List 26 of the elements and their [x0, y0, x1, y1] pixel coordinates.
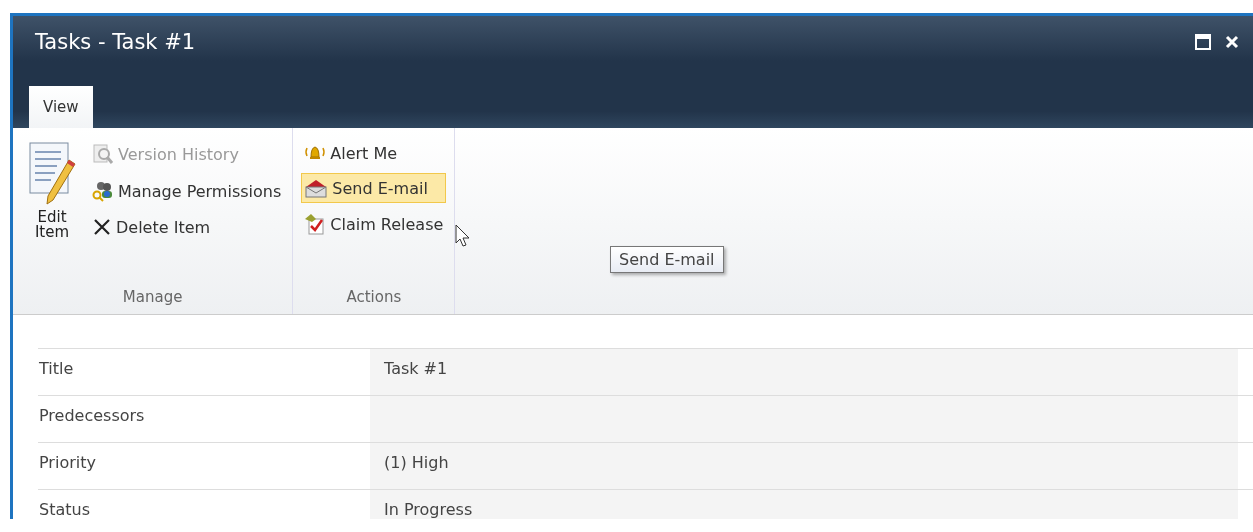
field-value: Task #1: [370, 349, 1238, 395]
alert-me-button[interactable]: Alert Me: [301, 138, 447, 168]
delete-item-button[interactable]: Delete Item: [89, 212, 285, 242]
checklist-icon: [304, 213, 327, 235]
field-label: Priority: [38, 452, 97, 474]
people-key-icon: [92, 180, 114, 202]
maximize-icon[interactable]: [1195, 34, 1211, 50]
edit-item-button[interactable]: Edit Item: [21, 138, 83, 288]
group-label: Actions: [345, 288, 403, 306]
group-label: Manage: [121, 288, 184, 306]
field-label: Status: [38, 499, 91, 519]
claim-release-button[interactable]: Claim Release: [301, 208, 447, 240]
manage-permissions-button[interactable]: Manage Permissions: [89, 175, 285, 207]
tooltip: Send E-mail: [610, 246, 724, 273]
field-value: In Progress: [370, 490, 1238, 519]
send-email-button[interactable]: Send E-mail: [301, 173, 447, 203]
field-value: (1) High: [370, 443, 1238, 489]
close-icon[interactable]: [1225, 35, 1239, 49]
magnifier-icon: [92, 143, 114, 165]
view-tab[interactable]: View: [29, 86, 93, 128]
field-label: Predecessors: [38, 405, 146, 427]
pointer-cursor-icon: [455, 224, 471, 248]
envelope-icon: [304, 178, 329, 198]
window-title: Tasks - Task #1: [35, 30, 196, 54]
field-label: Title: [38, 358, 75, 380]
x-icon: [92, 217, 112, 237]
